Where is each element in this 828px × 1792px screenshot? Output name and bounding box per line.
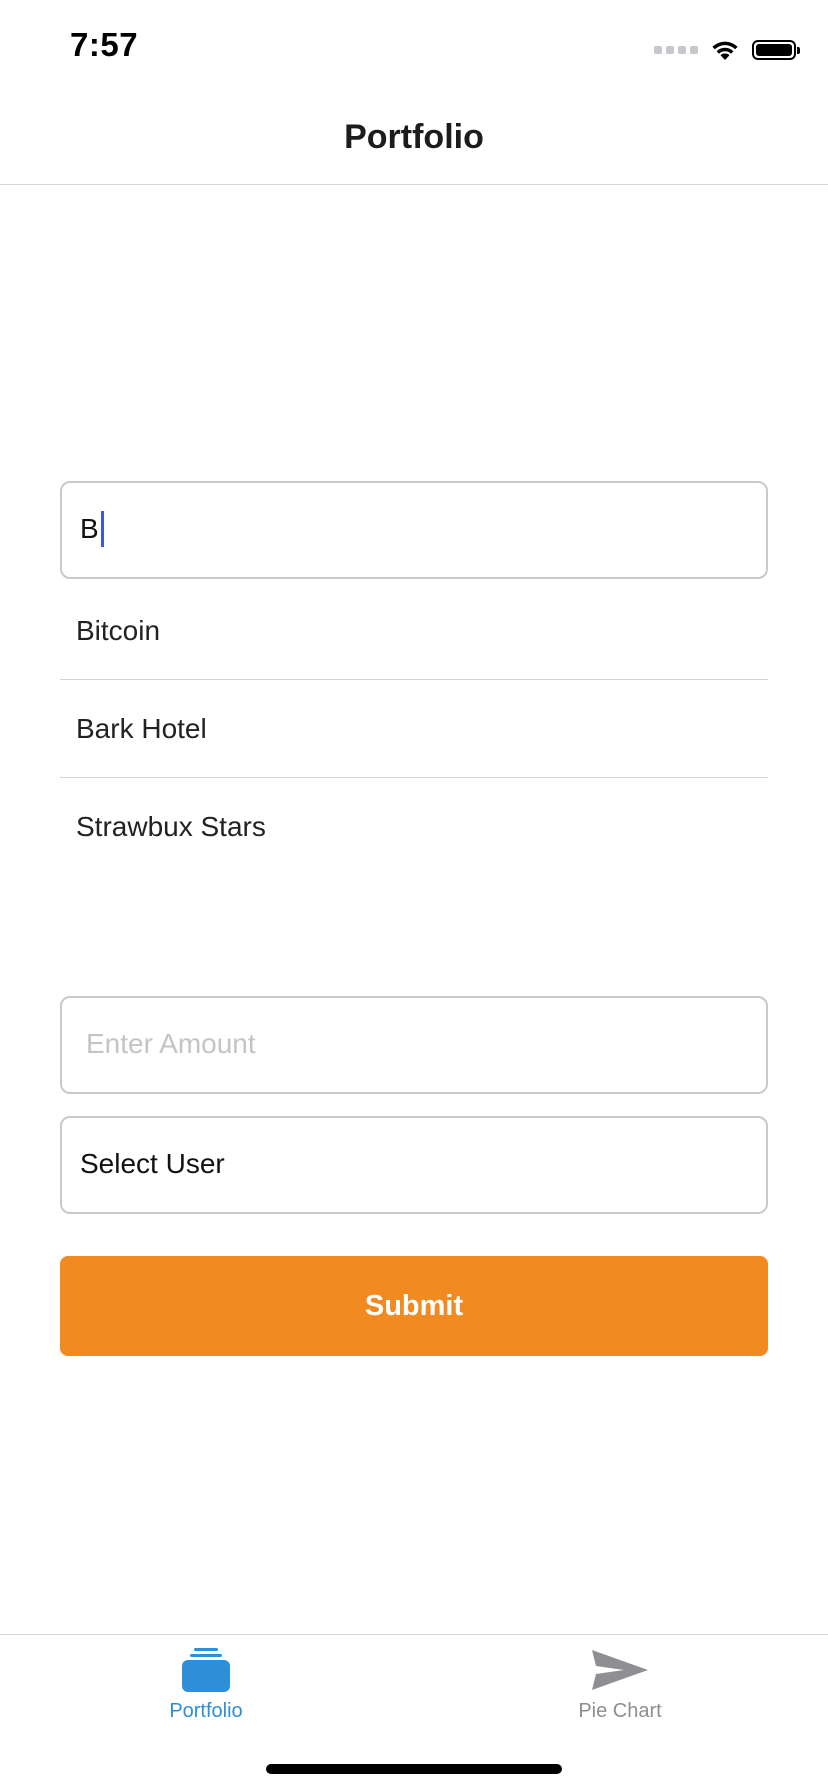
search-input-value: B — [80, 511, 104, 547]
tab-portfolio[interactable]: Portfolio — [126, 1646, 286, 1723]
suggestion-item-strawbux-stars[interactable]: Strawbux Stars — [60, 778, 768, 876]
home-indicator — [266, 1764, 562, 1774]
tab-pie-chart-label: Pie Chart — [578, 1700, 662, 1722]
tab-bar-divider — [0, 1634, 828, 1635]
user-select[interactable]: Select User — [60, 1116, 768, 1214]
suggestion-item-bitcoin[interactable]: Bitcoin — [60, 582, 768, 680]
status-icons — [654, 36, 800, 64]
tab-portfolio-label: Portfolio — [169, 1700, 243, 1722]
submit-button[interactable]: Submit — [60, 1256, 768, 1356]
send-icon — [592, 1650, 648, 1690]
search-input-text: B — [80, 513, 99, 544]
nav-divider — [0, 184, 828, 185]
asset-search-input[interactable]: B — [60, 481, 768, 579]
text-caret — [100, 511, 104, 547]
suggestion-list: Bitcoin Bark Hotel Strawbux Stars — [60, 582, 768, 876]
status-time: 7:57 — [70, 26, 139, 63]
suggestion-item-bark-hotel[interactable]: Bark Hotel — [60, 680, 768, 778]
stack-icon — [182, 1648, 230, 1692]
page-title: Portfolio — [344, 118, 484, 156]
battery-icon — [752, 40, 800, 60]
tab-pie-chart[interactable]: Pie Chart — [540, 1646, 700, 1723]
user-select-value: Select User — [80, 1148, 225, 1179]
cellular-signal-icon — [654, 46, 698, 54]
amount-placeholder: Enter Amount — [86, 1028, 256, 1059]
amount-input[interactable]: Enter Amount — [60, 996, 768, 1094]
submit-button-label: Submit — [364, 1289, 464, 1322]
wifi-icon — [712, 41, 738, 60]
screen: 7:57 Portfolio B Bitcoin Bark Hotel Stra… — [0, 0, 828, 1792]
